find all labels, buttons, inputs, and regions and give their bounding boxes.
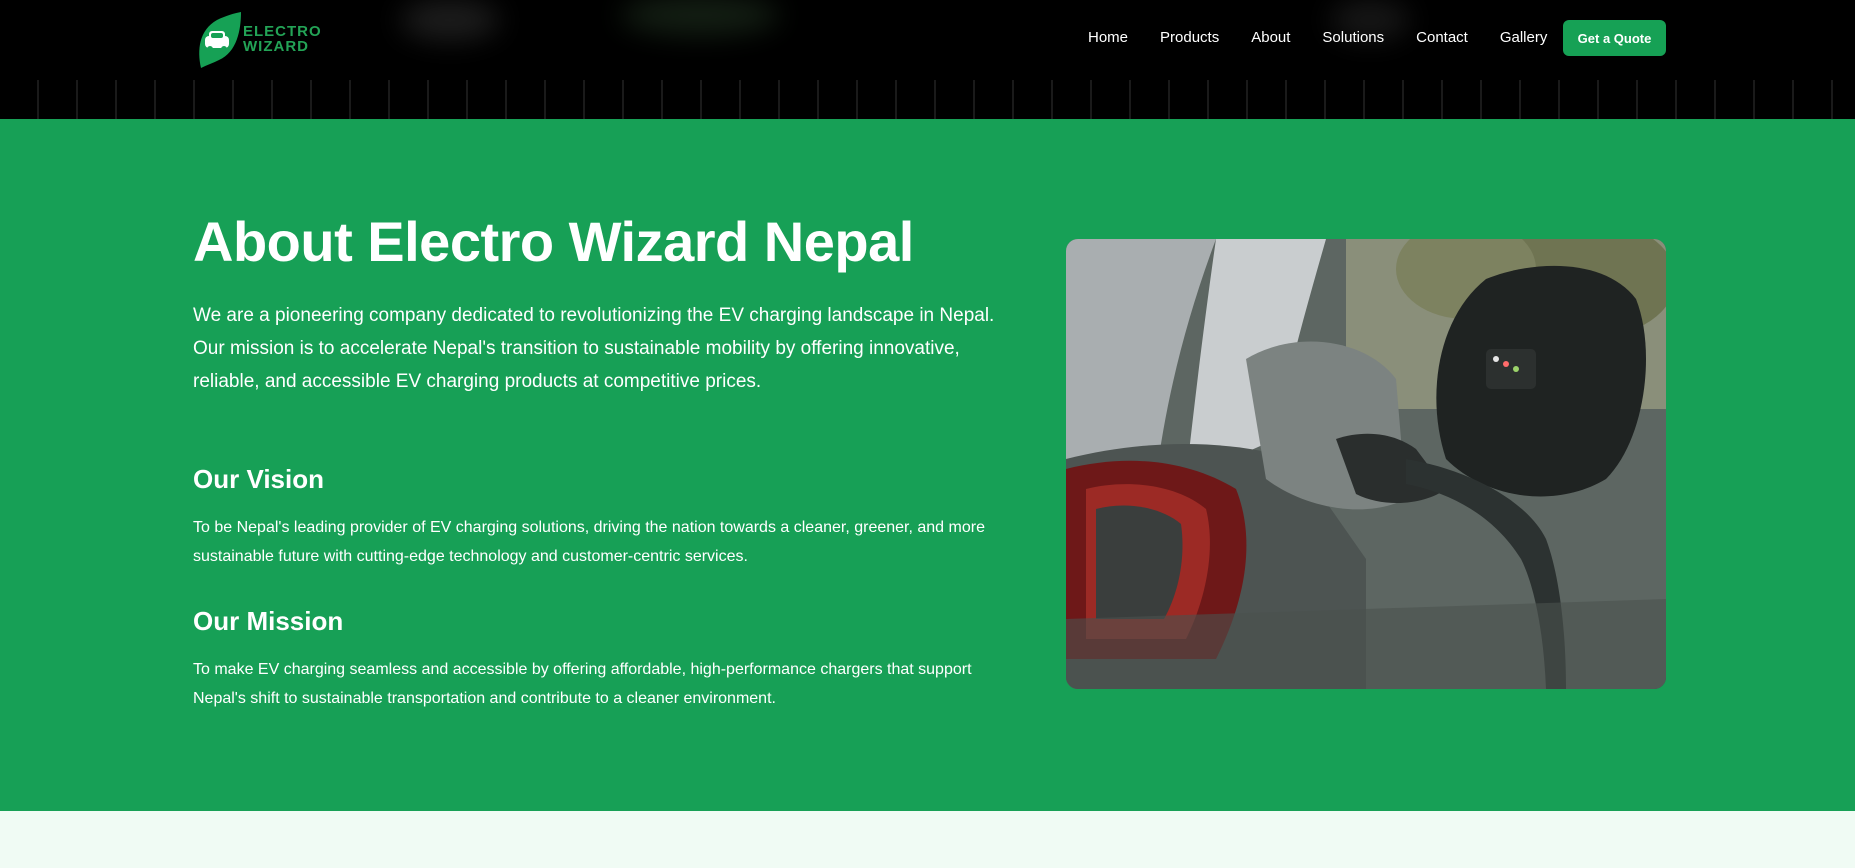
brand-logo[interactable]: ELECTRO WIZARD: [195, 10, 325, 70]
header-background-blur: [620, 0, 780, 35]
nav-gallery[interactable]: Gallery: [1500, 26, 1548, 50]
brand-wordmark: ELECTRO WIZARD: [243, 24, 322, 54]
page-title: About Electro Wizard Nepal: [193, 210, 914, 273]
header-background-pattern: [0, 80, 1855, 119]
mission-heading: Our Mission: [193, 606, 344, 636]
leaf-car-icon: [199, 12, 241, 68]
about-intro: We are a pioneering company dedicated to…: [193, 305, 995, 392]
nav-home[interactable]: Home: [1088, 26, 1128, 50]
brand-line-2: WIZARD: [243, 38, 309, 55]
ev-charging-photo: [1066, 239, 1666, 689]
nav-contact[interactable]: Contact: [1416, 26, 1468, 50]
vision-heading: Our Vision: [193, 464, 324, 494]
get-a-quote-button[interactable]: Get a Quote: [1563, 20, 1666, 56]
header-background-blur: [400, 0, 500, 40]
main-nav: Home Products About Solutions Contact Ga…: [1088, 26, 1579, 50]
brand-line-1: ELECTRO: [243, 23, 322, 40]
nav-products[interactable]: Products: [1160, 26, 1219, 50]
about-section: About Electro Wizard Nepal We are a pion…: [0, 119, 1855, 811]
nav-solutions[interactable]: Solutions: [1322, 26, 1384, 50]
site-header: ELECTRO WIZARD Home Products About Solut…: [0, 0, 1855, 119]
next-section-edge: [0, 811, 1855, 868]
vision-text: To be Nepal's leading provider of EV cha…: [193, 519, 985, 565]
mission-text: To make EV charging seamless and accessi…: [193, 661, 972, 707]
nav-about[interactable]: About: [1251, 26, 1290, 50]
ev-charging-illustration: [1066, 239, 1666, 689]
